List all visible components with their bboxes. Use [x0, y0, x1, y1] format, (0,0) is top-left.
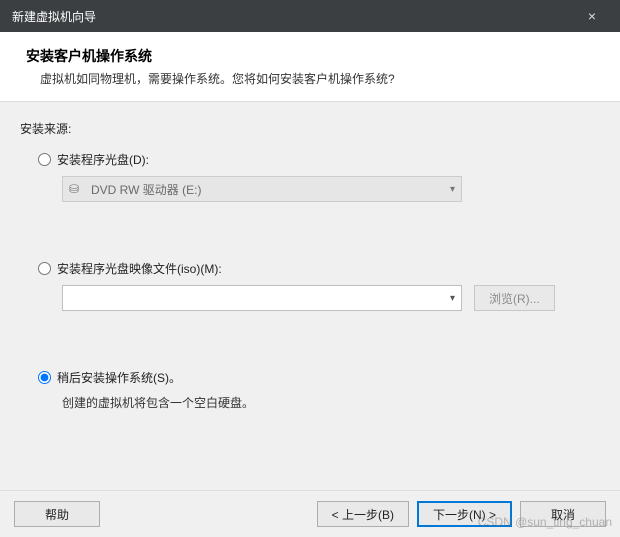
wizard-footer: 帮助 < 上一步(B) 下一步(N) > 取消: [0, 490, 620, 537]
close-icon[interactable]: ×: [576, 8, 608, 24]
disc-drive-combo[interactable]: ⛁ DVD RW 驱动器 (E:) ▾: [62, 176, 462, 202]
iso-path-input[interactable]: ▾: [62, 285, 462, 311]
titlebar: 新建虚拟机向导 ×: [0, 0, 620, 32]
page-title: 安装客户机操作系统: [26, 46, 594, 66]
chevron-down-icon: ▾: [450, 293, 455, 304]
option-installer-disc: 安装程序光盘(D): ⛁ DVD RW 驱动器 (E:) ▾: [38, 151, 600, 202]
help-button[interactable]: 帮助: [14, 501, 100, 527]
option-install-later: 稍后安装操作系统(S)。 创建的虚拟机将包含一个空白硬盘。: [38, 369, 600, 411]
wizard-content: 安装来源: 安装程序光盘(D): ⛁ DVD RW 驱动器 (E:) ▾ 安装程…: [0, 102, 620, 490]
radio-iso-file-label: 安装程序光盘映像文件(iso)(M):: [57, 260, 222, 277]
option-iso-file: 安装程序光盘映像文件(iso)(M): ▾ 浏览(R)...: [38, 260, 600, 311]
page-subtitle: 虚拟机如同物理机，需要操作系统。您将如何安装客户机操作系统?: [40, 70, 594, 87]
cancel-button[interactable]: 取消: [520, 501, 606, 527]
next-button[interactable]: 下一步(N) >: [417, 501, 512, 527]
radio-installer-disc[interactable]: [38, 153, 51, 166]
source-label: 安装来源:: [20, 120, 600, 137]
back-button[interactable]: < 上一步(B): [317, 501, 409, 527]
radio-install-later[interactable]: [38, 371, 51, 384]
radio-installer-disc-label: 安装程序光盘(D):: [57, 151, 149, 168]
disc-icon: ⛁: [69, 182, 85, 196]
radio-iso-file[interactable]: [38, 262, 51, 275]
install-later-note: 创建的虚拟机将包含一个空白硬盘。: [62, 394, 600, 411]
wizard-window: 新建虚拟机向导 × 安装客户机操作系统 虚拟机如同物理机，需要操作系统。您将如何…: [0, 0, 620, 537]
browse-button[interactable]: 浏览(R)...: [474, 285, 555, 311]
window-title: 新建虚拟机向导: [12, 8, 576, 25]
disc-drive-value: DVD RW 驱动器 (E:): [91, 181, 201, 198]
chevron-down-icon: ▾: [450, 184, 455, 195]
radio-install-later-label: 稍后安装操作系统(S)。: [57, 369, 181, 386]
wizard-header: 安装客户机操作系统 虚拟机如同物理机，需要操作系统。您将如何安装客户机操作系统?: [0, 32, 620, 102]
